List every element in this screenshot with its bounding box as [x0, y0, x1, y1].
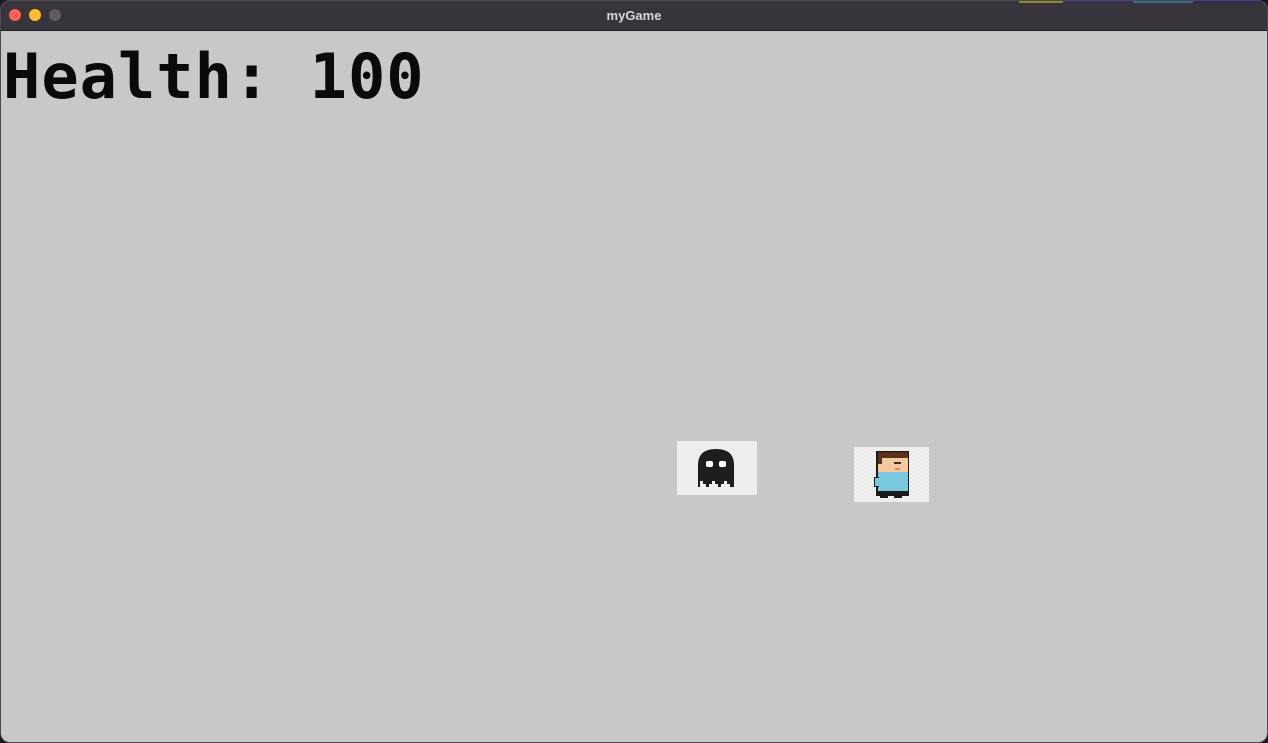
title-bar[interactable]: myGame	[1, 1, 1267, 31]
health-label: Health: 100	[3, 40, 425, 113]
player-sprite	[854, 447, 929, 502]
window-title: myGame	[606, 8, 662, 23]
ghost-enemy-sprite	[677, 441, 757, 495]
ghost-icon	[698, 449, 734, 487]
game-window: myGame Health: 100	[0, 0, 1268, 743]
game-canvas[interactable]: Health: 100	[1, 31, 1267, 742]
player-character-icon	[874, 451, 909, 498]
